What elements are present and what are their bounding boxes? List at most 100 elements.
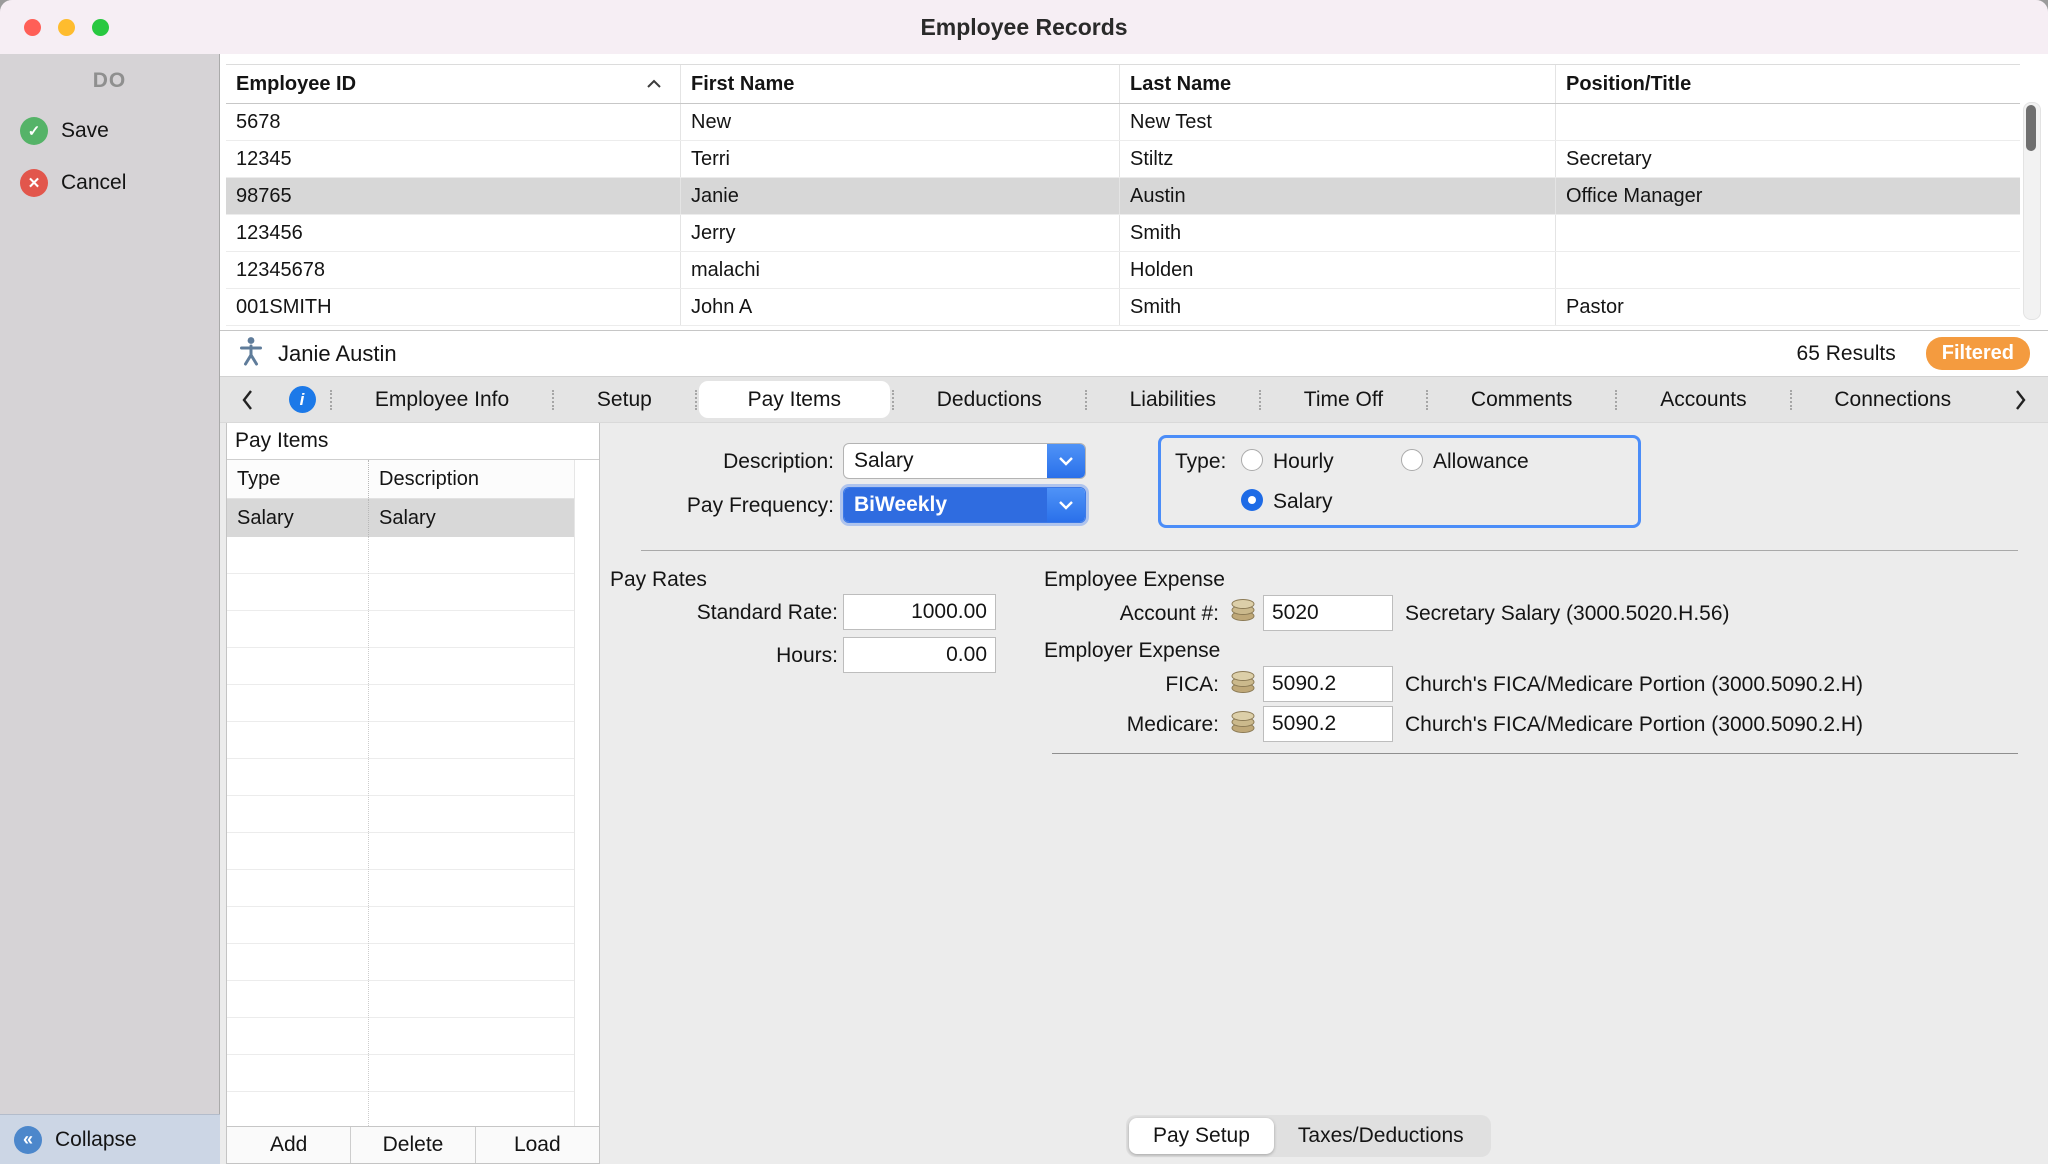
tab-separator	[695, 390, 697, 410]
add-button[interactable]: Add	[227, 1127, 350, 1163]
cell-description[interactable]: Salary	[368, 499, 574, 537]
scrollbar-thumb[interactable]	[2026, 105, 2036, 151]
chevron-down-icon[interactable]	[1047, 444, 1085, 478]
radio-allowance-label[interactable]: Allowance	[1433, 450, 1529, 474]
cell-position[interactable]	[1555, 252, 2020, 288]
expense-divider	[1052, 753, 2018, 754]
save-button[interactable]: ✓ Save	[0, 113, 219, 149]
hours-input[interactable]	[843, 637, 996, 673]
radio-allowance[interactable]	[1401, 449, 1423, 471]
account-number-input[interactable]	[1263, 595, 1393, 631]
delete-button[interactable]: Delete	[350, 1127, 474, 1163]
pay-item-row-selected[interactable]: Salary Salary	[227, 499, 575, 537]
table-scrollbar[interactable]	[2023, 102, 2041, 320]
tab-comments[interactable]: Comments	[1428, 377, 1615, 422]
tab-connections[interactable]: Connections	[1792, 377, 1995, 422]
pay-rates-title: Pay Rates	[610, 568, 707, 592]
medicare-account-input[interactable]	[1263, 706, 1393, 742]
tab-setup[interactable]: Setup	[554, 377, 695, 422]
cell-employee-id[interactable]: 123456	[226, 215, 680, 251]
cell-last-name[interactable]: New Test	[1119, 104, 1555, 140]
cell-position[interactable]: Secretary	[1555, 141, 2020, 177]
employee-row[interactable]: 12345678 malachi Holden	[226, 252, 2020, 289]
description-label: Description:	[610, 450, 834, 474]
cell-last-name[interactable]: Austin	[1119, 178, 1555, 214]
cell-type[interactable]: Salary	[227, 499, 368, 537]
cell-employee-id[interactable]: 12345	[226, 141, 680, 177]
load-button[interactable]: Load	[475, 1127, 599, 1163]
cell-position[interactable]: Pastor	[1555, 289, 2020, 325]
employee-row[interactable]: 001SMITH John A Smith Pastor	[226, 289, 2020, 326]
pay-items-panel-title: Pay Items	[227, 423, 599, 460]
employee-row[interactable]: 5678 New New Test	[226, 104, 2020, 141]
tab-accounts[interactable]: Accounts	[1617, 377, 1789, 422]
collapse-button[interactable]: « Collapse	[0, 1114, 220, 1164]
cell-employee-id[interactable]: 12345678	[226, 252, 680, 288]
sidebar-header: DO	[0, 69, 219, 93]
zoom-button[interactable]	[92, 19, 109, 36]
collapse-label: Collapse	[55, 1128, 137, 1152]
description-dropdown[interactable]: Salary	[843, 443, 1086, 479]
info-icon: i	[289, 386, 316, 413]
cell-position[interactable]	[1555, 215, 2020, 251]
sort-ascending-icon	[646, 79, 662, 89]
column-header-first-name[interactable]: First Name	[680, 65, 1119, 103]
cell-first-name[interactable]: malachi	[680, 252, 1119, 288]
tab-pay-items[interactable]: Pay Items	[699, 381, 890, 418]
cell-position[interactable]	[1555, 104, 2020, 140]
standard-rate-input[interactable]	[843, 594, 996, 630]
cell-first-name[interactable]: Terri	[680, 141, 1119, 177]
record-bar: Janie Austin 65 Results Filtered	[220, 330, 2048, 377]
account-lookup-icon[interactable]	[1228, 597, 1258, 623]
standard-rate-label: Standard Rate:	[610, 601, 838, 625]
radio-salary-label[interactable]: Salary	[1273, 490, 1333, 514]
cell-last-name[interactable]: Smith	[1119, 289, 1555, 325]
pay-setup-segment[interactable]: Pay Setup	[1129, 1118, 1274, 1154]
account-lookup-icon[interactable]	[1228, 669, 1258, 695]
cell-employee-id[interactable]: 001SMITH	[226, 289, 680, 325]
pay-frequency-value[interactable]: BiWeekly	[844, 488, 1047, 522]
cell-position[interactable]: Office Manager	[1555, 178, 2020, 214]
column-header-type[interactable]: Type	[227, 460, 368, 498]
traffic-lights	[24, 0, 109, 54]
description-value[interactable]: Salary	[844, 444, 1047, 478]
cell-first-name[interactable]: John A	[680, 289, 1119, 325]
save-label: Save	[61, 119, 109, 143]
cell-first-name[interactable]: Janie	[680, 178, 1119, 214]
cell-last-name[interactable]: Smith	[1119, 215, 1555, 251]
tab-liabilities[interactable]: Liabilities	[1087, 377, 1259, 422]
cell-first-name[interactable]: Jerry	[680, 215, 1119, 251]
employee-row[interactable]: 12345 Terri Stiltz Secretary	[226, 141, 2020, 178]
cancel-button[interactable]: ✕ Cancel	[0, 165, 219, 201]
cell-last-name[interactable]: Stiltz	[1119, 141, 1555, 177]
tab-deductions[interactable]: Deductions	[894, 377, 1085, 422]
employee-row[interactable]: 123456 Jerry Smith	[226, 215, 2020, 252]
chevron-down-icon[interactable]	[1047, 488, 1085, 522]
radio-hourly-label[interactable]: Hourly	[1273, 450, 1334, 474]
pay-frequency-dropdown[interactable]: BiWeekly	[843, 487, 1086, 523]
column-header-employee-id[interactable]: Employee ID	[226, 65, 680, 103]
cell-employee-id[interactable]: 98765	[226, 178, 680, 214]
fica-account-input[interactable]	[1263, 666, 1393, 702]
cell-employee-id[interactable]: 5678	[226, 104, 680, 140]
info-tab-button[interactable]: i	[274, 377, 330, 422]
tabs-scroll-right-button[interactable]	[1994, 377, 2048, 422]
column-header-description[interactable]: Description	[368, 460, 574, 498]
pay-frequency-label: Pay Frequency:	[610, 494, 834, 518]
filtered-badge[interactable]: Filtered	[1926, 337, 2030, 370]
tabs-scroll-left-button[interactable]	[220, 377, 274, 422]
radio-hourly[interactable]	[1241, 449, 1263, 471]
radio-salary[interactable]	[1241, 489, 1263, 511]
tab-employee-info[interactable]: Employee Info	[332, 377, 552, 422]
cell-first-name[interactable]: New	[680, 104, 1119, 140]
column-header-last-name[interactable]: Last Name	[1119, 65, 1555, 103]
cell-last-name[interactable]: Holden	[1119, 252, 1555, 288]
column-header-position[interactable]: Position/Title	[1555, 65, 2020, 103]
account-lookup-icon[interactable]	[1228, 709, 1258, 735]
close-button[interactable]	[24, 19, 41, 36]
tab-time-off[interactable]: Time Off	[1261, 377, 1426, 422]
minimize-button[interactable]	[58, 19, 75, 36]
medicare-label: Medicare:	[1040, 713, 1219, 737]
employee-row-selected[interactable]: 98765 Janie Austin Office Manager	[226, 178, 2020, 215]
taxes-deductions-segment[interactable]: Taxes/Deductions	[1274, 1118, 1488, 1154]
